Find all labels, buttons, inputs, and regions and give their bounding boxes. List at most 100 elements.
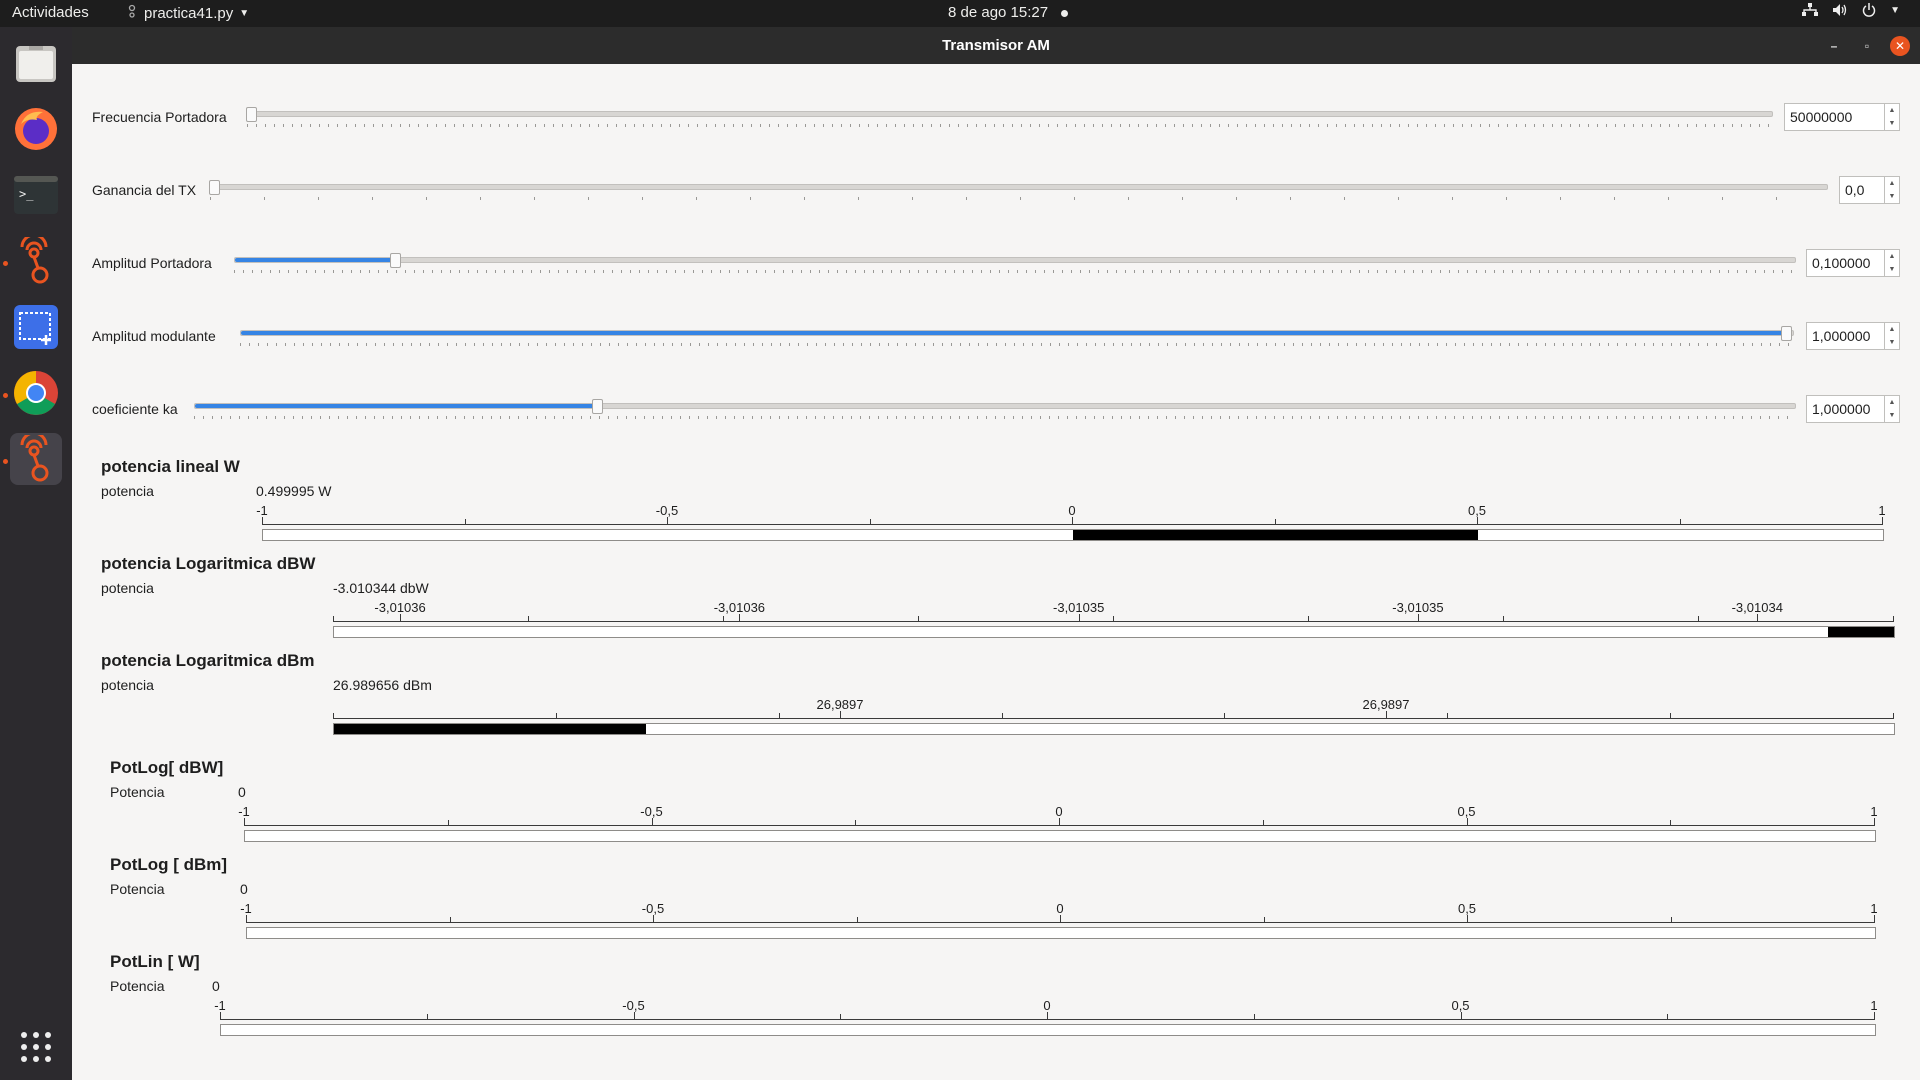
scale-tick bbox=[1253, 1014, 1255, 1020]
scale-tick-label: -3,01035 bbox=[1053, 600, 1105, 615]
notification-dot-icon bbox=[1061, 10, 1068, 17]
level-bar-fill bbox=[1073, 530, 1478, 540]
system-tray[interactable]: ▼ bbox=[1802, 3, 1900, 17]
files-icon[interactable] bbox=[10, 37, 62, 89]
scale-tick-label: 1 bbox=[1870, 804, 1878, 819]
level-bar bbox=[333, 723, 1895, 735]
scale-tick-label: -0,5 bbox=[655, 503, 679, 518]
scale-tick bbox=[778, 713, 780, 719]
spin-arrows-icon[interactable]: ▲ ▼ bbox=[1884, 250, 1899, 276]
scale-tick-label: -3,01035 bbox=[1392, 600, 1444, 615]
scale-tick bbox=[449, 917, 451, 923]
meter-label: Potencia bbox=[110, 784, 165, 800]
scale-major-tick bbox=[400, 614, 402, 622]
scale-tick bbox=[1263, 917, 1265, 923]
firefox-icon[interactable] bbox=[10, 103, 62, 155]
amp-carrier-slider-handle[interactable] bbox=[390, 253, 401, 268]
ka-spinbox[interactable]: 1,000000 ▲ ▼ bbox=[1806, 395, 1900, 423]
amp-carrier-spinbox[interactable]: 0,100000 ▲ ▼ bbox=[1806, 249, 1900, 277]
gain-value: 0,0 bbox=[1845, 182, 1865, 198]
scale-tick-label: -3,01034 bbox=[1731, 600, 1783, 615]
minimize-icon[interactable]: – bbox=[1824, 36, 1844, 56]
scale-major-tick bbox=[1386, 711, 1387, 719]
svg-text:>_: >_ bbox=[19, 187, 34, 201]
volume-icon[interactable] bbox=[1832, 3, 1848, 17]
freq-slider[interactable] bbox=[246, 107, 1773, 122]
amp-mod-label: Amplitud modulante bbox=[92, 328, 216, 344]
scale-tick-label: -0,5 bbox=[641, 901, 665, 916]
ka-value: 1,000000 bbox=[1812, 401, 1871, 417]
top-bar: Actividades practica41.py ▼ 8 de ago 15:… bbox=[0, 0, 1920, 27]
scale-tick-label: -3,01036 bbox=[374, 600, 426, 615]
gain-slider[interactable] bbox=[209, 180, 1828, 195]
scale-tick-label: 0 bbox=[1043, 998, 1051, 1013]
running-indicator bbox=[3, 261, 8, 266]
amp-mod-slider-handle[interactable] bbox=[1781, 326, 1792, 341]
scale-major-tick bbox=[840, 711, 841, 719]
scale-major-tick bbox=[667, 517, 668, 525]
meter-title: potencia Logaritmica dBW bbox=[101, 554, 316, 573]
scale-tick bbox=[333, 616, 334, 622]
gain-slider-handle[interactable] bbox=[209, 180, 220, 195]
amp-carrier-value: 0,100000 bbox=[1812, 255, 1871, 271]
terminal-icon[interactable]: >_ bbox=[10, 169, 62, 221]
scale-tick bbox=[869, 519, 871, 525]
scale-tick bbox=[855, 820, 857, 826]
scale-tick-label: 26,9897 bbox=[1362, 697, 1410, 712]
scale-tick bbox=[1274, 519, 1276, 525]
scale-major-tick bbox=[220, 1012, 221, 1020]
spin-arrows-icon[interactable]: ▲ ▼ bbox=[1884, 323, 1899, 349]
network-icon[interactable] bbox=[1802, 3, 1819, 17]
scale-tick-label: -0,5 bbox=[640, 804, 663, 819]
power-icon[interactable] bbox=[1862, 3, 1876, 17]
scale-major-tick bbox=[1417, 614, 1419, 622]
running-indicator bbox=[3, 459, 8, 464]
clock[interactable]: 8 de ago 15:27 bbox=[948, 4, 1048, 21]
activities-button[interactable]: Actividades bbox=[12, 4, 89, 21]
freq-spinbox[interactable]: 50000000 ▲ ▼ bbox=[1784, 103, 1900, 131]
scale-major-tick bbox=[1874, 818, 1875, 826]
scale-tick-label: 26,9897 bbox=[816, 697, 864, 712]
gain-spinbox[interactable]: 0,0 ▲ ▼ bbox=[1839, 176, 1900, 204]
chevron-down-icon[interactable]: ▼ bbox=[1890, 5, 1900, 16]
maximize-icon[interactable]: ▫ bbox=[1857, 36, 1877, 56]
ka-slider-ticks bbox=[194, 416, 1794, 419]
meter-title: PotLog[ dBW] bbox=[110, 758, 224, 777]
amp-mod-slider[interactable] bbox=[240, 326, 1794, 341]
meter-title: PotLog [ dBm] bbox=[110, 855, 228, 874]
screenshot-icon[interactable] bbox=[10, 301, 62, 353]
amp-carrier-slider[interactable] bbox=[234, 253, 1796, 268]
spin-arrows-icon[interactable]: ▲ ▼ bbox=[1884, 104, 1899, 130]
close-icon[interactable]: ✕ bbox=[1890, 36, 1910, 56]
gain-label: Ganancia del TX bbox=[92, 182, 197, 198]
scale-tick bbox=[723, 616, 724, 622]
gain-slider-ticks bbox=[210, 197, 1826, 200]
scale-tick-label: 1 bbox=[1878, 503, 1886, 518]
spin-arrows-icon[interactable]: ▲ ▼ bbox=[1884, 396, 1899, 422]
freq-slider-handle[interactable] bbox=[246, 107, 257, 122]
meter-value: 0.499995 W bbox=[256, 483, 332, 499]
window-titlebar[interactable]: Transmisor AM – ▫ ✕ bbox=[72, 27, 1920, 64]
meter-scale: -3,01036 -3,01036 -3,01035 -3,01035 -3,01034 bbox=[333, 600, 1894, 622]
ka-slider-handle[interactable] bbox=[592, 399, 603, 414]
app-menu-label: practica41.py bbox=[144, 4, 234, 22]
level-bar-fill bbox=[1828, 627, 1894, 637]
scale-major-tick bbox=[651, 818, 653, 826]
app-grid-icon[interactable] bbox=[10, 1021, 62, 1073]
chevron-down-icon: ▼ bbox=[239, 7, 250, 19]
scale-tick bbox=[555, 713, 557, 719]
meter-title: potencia lineal W bbox=[101, 457, 240, 476]
spin-arrows-icon[interactable]: ▲ ▼ bbox=[1884, 177, 1899, 203]
level-bar bbox=[333, 626, 1895, 638]
gnuradio-icon[interactable] bbox=[10, 235, 62, 287]
scale-tick-label: 0 bbox=[1055, 804, 1063, 819]
ka-slider[interactable] bbox=[194, 399, 1796, 414]
chrome-icon[interactable] bbox=[10, 367, 62, 419]
meter-value: -3.010344 dbW bbox=[333, 580, 429, 596]
scale-tick bbox=[1224, 713, 1226, 719]
scale-tick-label: -0,5 bbox=[622, 998, 645, 1013]
amp-mod-spinbox[interactable]: 1,000000 ▲ ▼ bbox=[1806, 322, 1900, 350]
scale-tick bbox=[333, 713, 334, 719]
app-menu[interactable]: practica41.py ▼ bbox=[126, 4, 249, 22]
gnuradio-icon[interactable] bbox=[10, 433, 62, 485]
